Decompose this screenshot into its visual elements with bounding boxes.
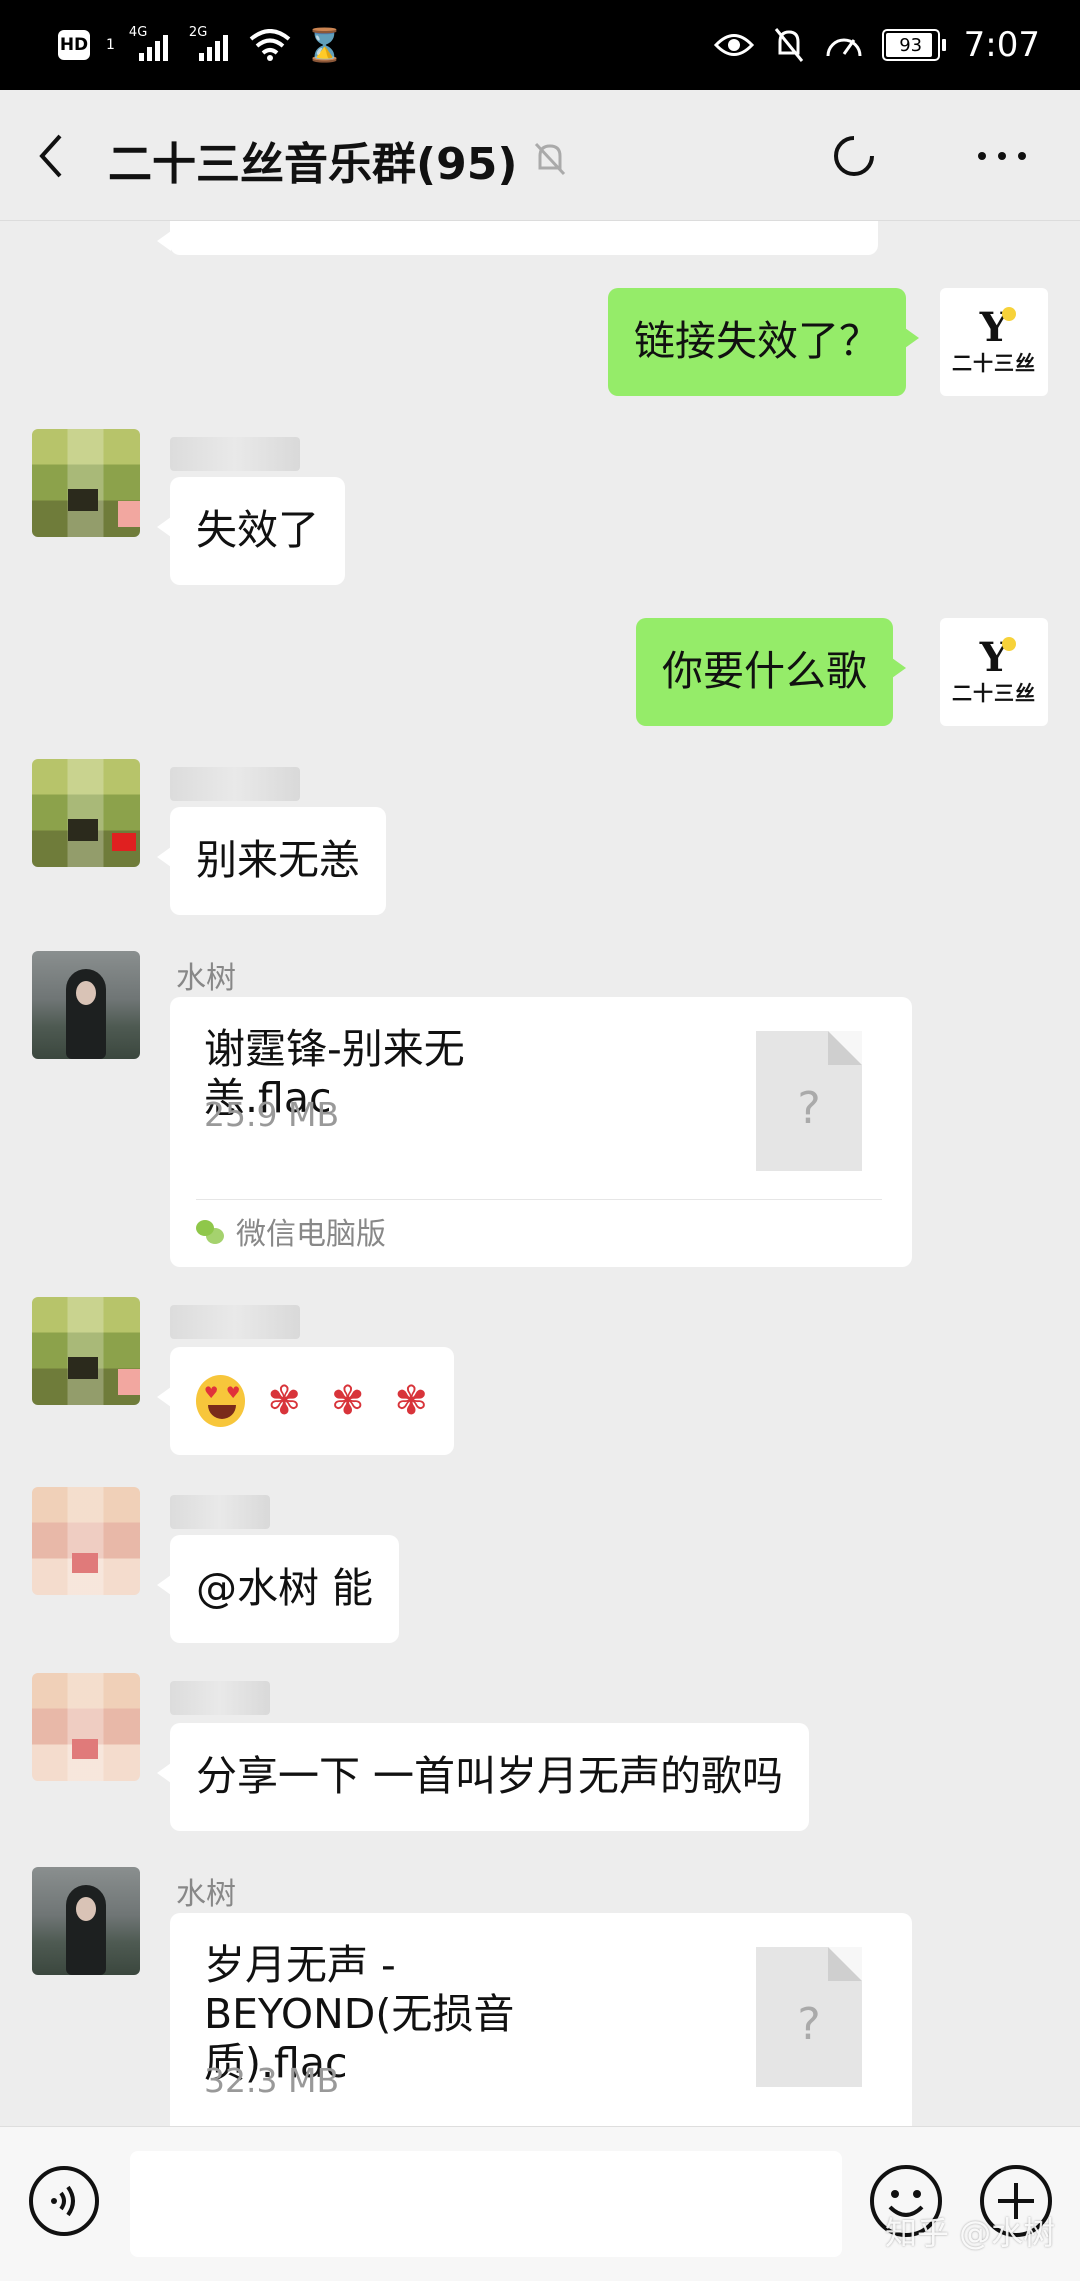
speed-gauge-icon [826,38,862,57]
sender-name-blurred [170,437,300,471]
sender-name-blurred [170,1495,270,1529]
input-bar [0,2126,1080,2281]
group-avatar-mark: Y [979,633,1016,681]
more-icon[interactable] [978,152,1026,160]
signal-2g-icon: 2G [189,25,235,63]
message-bubble[interactable]: @水树 能 [156,1535,400,1643]
partial-message [157,221,878,255]
status-left: HD 1 4G 2G ⌛ [58,22,345,68]
avatar[interactable] [32,429,140,537]
message-bubble[interactable]: 分享一下 一首叫岁月无声的歌吗 [156,1723,810,1831]
mute-notification-icon [774,28,803,62]
battery-icon: 93 [881,29,946,61]
avatar[interactable] [32,759,140,867]
message-bubble[interactable]: ♥ ♥ ✾ ✾ ✾ [157,1347,454,1455]
file-message-card[interactable]: 谢霆锋-别来无恙.flac 25.9 MB ? 微信电脑版 [170,997,912,1267]
avatar[interactable] [32,951,140,1059]
hd-sub-label: 1 [106,37,115,53]
hd-badge: HD [58,30,90,60]
muted-bell-icon [534,142,566,176]
rose-emoji: ✾ [267,1378,301,1424]
file-icon: ? [756,1947,862,2087]
watermark: 知乎 @水树 [885,2214,1056,2252]
file-source-label: 微信电脑版 [236,1217,386,1252]
message-text: @水树 能 [196,1564,374,1613]
status-time: 7:07 [963,25,1040,65]
message-text: 别来无恙 [196,836,360,885]
message-text: 链接失效了？ [634,317,880,366]
sender-name-blurred [170,1681,270,1715]
chat-title-bar: 二十三丝音乐群(95) [0,90,1080,221]
file-size: 25.9 MB [204,1095,340,1134]
sender-name: 水树 [176,1877,236,1912]
status-bar: HD 1 4G 2G ⌛ 93 7:07 [0,0,1080,90]
group-avatar[interactable]: Y 二十三丝 [940,618,1048,726]
sender-name: 水树 [176,961,236,996]
chat-area[interactable]: 链接失效了？ Y 二十三丝 失效了 你要什么歌 Y 二十三丝 别来无恙 水树 谢… [0,221,1080,2126]
wifi-icon [249,29,291,61]
status-right: 93 7:07 [713,22,1040,68]
message-text: 你要什么歌 [662,647,867,696]
avatar[interactable] [32,1673,140,1781]
group-avatar-name: 二十三丝 [952,350,1036,375]
file-message-card[interactable]: 岁月无声 - BEYOND(无损音质).flac 32.3 MB ? [170,1913,912,2126]
refresh-icon[interactable] [830,132,878,180]
divider [196,1199,882,1200]
wechat-icon [196,1218,226,1244]
rose-emoji: ✾ [330,1378,365,1424]
avatar[interactable] [32,1487,140,1595]
message-text: 失效了 [196,506,319,555]
sender-name-blurred [170,767,300,801]
avatar[interactable] [32,1867,140,1975]
message-bubble[interactable]: 失效了 [157,477,345,585]
eye-icon [713,34,754,56]
message-text: 分享一下 一首叫岁月无声的歌吗 [196,1752,784,1801]
rose-emoji: ✾ [394,1378,428,1424]
back-icon[interactable] [28,126,78,186]
group-avatar[interactable]: Y 二十三丝 [940,288,1048,396]
avatar[interactable] [32,1297,140,1405]
file-icon-glyph: ? [797,1083,821,1134]
message-input[interactable] [130,2151,842,2257]
sender-name-blurred [170,1305,300,1339]
message-bubble[interactable]: 别来无恙 [157,807,386,915]
message-bubble[interactable]: 你要什么歌 [636,618,906,726]
battery-level: 93 [899,34,923,56]
group-avatar-mark: Y [979,303,1016,351]
file-icon: ? [756,1031,862,1171]
file-icon-glyph: ? [797,1999,821,2050]
file-size: 32.3 MB [204,2061,340,2100]
voice-icon[interactable] [28,2165,100,2237]
chat-title: 二十三丝音乐群(95) [108,139,518,190]
message-bubble[interactable]: 链接失效了？ [608,288,919,396]
group-avatar-name: 二十三丝 [952,680,1036,705]
file-source: 微信电脑版 [196,1209,386,1253]
signal-4g-icon: 4G [129,25,175,63]
star-struck-emoji: ♥ ♥ [196,1375,246,1427]
hourglass-icon: ⌛ [304,26,345,64]
